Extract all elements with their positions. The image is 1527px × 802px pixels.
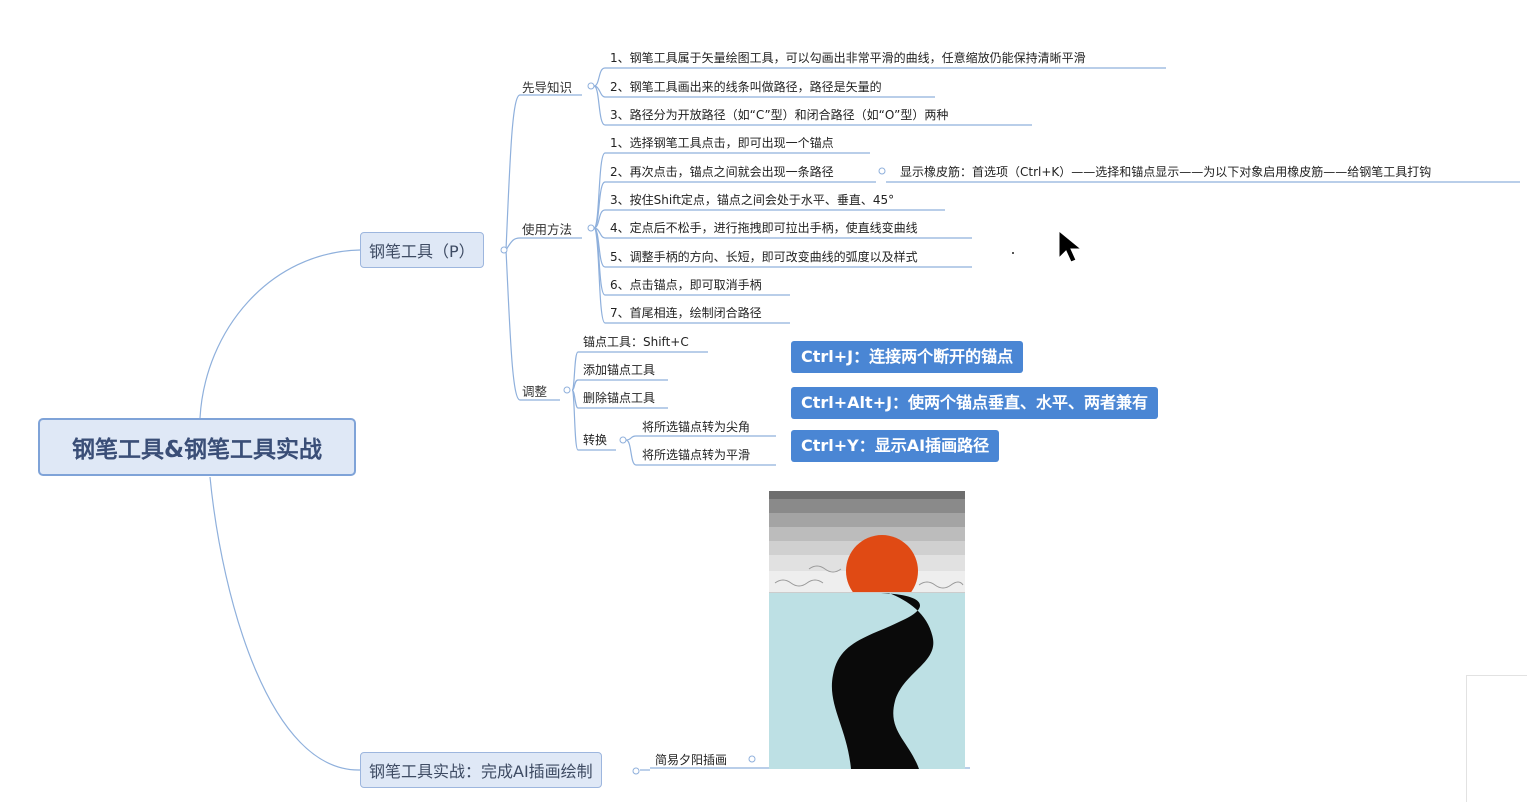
stray-dot bbox=[1012, 252, 1014, 254]
convert-to-corner[interactable]: 将所选锚点转为尖角 bbox=[642, 418, 750, 435]
usage-item-6[interactable]: 6、点击锚点，即可取消手柄 bbox=[610, 276, 762, 293]
adjust-anchor-tool[interactable]: 锚点工具：Shift+C bbox=[583, 333, 689, 350]
prereq-item-3[interactable]: 3、路径分为开放路径（如“C”型）和闭合路径（如“O”型）两种 bbox=[610, 106, 948, 123]
convert-to-smooth[interactable]: 将所选锚点转为平滑 bbox=[642, 446, 750, 463]
usage-item-7[interactable]: 7、首尾相连，绘制闭合路径 bbox=[610, 304, 762, 321]
adjust-add-anchor[interactable]: 添加锚点工具 bbox=[583, 361, 655, 378]
practice-sunset-item[interactable]: 简易夕阳插画 bbox=[655, 751, 727, 768]
branch-pen-tool[interactable]: 钢笔工具（P） bbox=[360, 232, 484, 268]
prereq-item-1[interactable]: 1、钢笔工具属于矢量绘图工具，可以勾画出非常平滑的曲线，任意缩放仍能保持清晰平滑 bbox=[610, 49, 1086, 66]
topic-adjust[interactable]: 调整 bbox=[522, 381, 547, 400]
usage-item-3[interactable]: 3、按住Shift定点，锚点之间会处于水平、垂直、45° bbox=[610, 191, 894, 208]
prereq-item-2[interactable]: 2、钢笔工具画出来的线条叫做路径，路径是矢量的 bbox=[610, 78, 882, 95]
sunset-illustration bbox=[769, 491, 965, 769]
usage-item-5[interactable]: 5、调整手柄的方向、长短，即可改变曲线的弧度以及样式 bbox=[610, 248, 918, 265]
root-topic[interactable]: 钢笔工具&钢笔工具实战 bbox=[38, 418, 356, 476]
topic-convert[interactable]: 转换 bbox=[583, 431, 607, 448]
usage-item-1[interactable]: 1、选择钢笔工具点击，即可出现一个锚点 bbox=[610, 134, 834, 151]
mouse-cursor-icon bbox=[1058, 230, 1083, 263]
usage-item-2[interactable]: 2、再次点击，锚点之间就会出现一条路径 bbox=[610, 163, 834, 180]
rubber-band-note[interactable]: 显示橡皮筋：首选项（Ctrl+K）——选择和锚点显示——为以下对象启用橡皮筋——… bbox=[900, 163, 1431, 180]
topic-usage[interactable]: 使用方法 bbox=[522, 219, 572, 238]
shortcut-badge-average: Ctrl+Alt+J：使两个锚点垂直、水平、两者兼有 bbox=[791, 387, 1159, 419]
shortcut-badge-join: Ctrl+J：连接两个断开的锚点 bbox=[791, 341, 1024, 373]
adjust-delete-anchor[interactable]: 删除锚点工具 bbox=[583, 389, 655, 406]
side-panel-edge bbox=[1466, 675, 1527, 802]
topic-prerequisite[interactable]: 先导知识 bbox=[522, 77, 572, 96]
shortcut-badge-outline: Ctrl+Y：显示AI插画路径 bbox=[791, 430, 1000, 462]
branch-practice[interactable]: 钢笔工具实战：完成AI插画绘制 bbox=[360, 752, 602, 788]
usage-item-4[interactable]: 4、定点后不松手，进行拖拽即可拉出手柄，使直线变曲线 bbox=[610, 219, 918, 236]
